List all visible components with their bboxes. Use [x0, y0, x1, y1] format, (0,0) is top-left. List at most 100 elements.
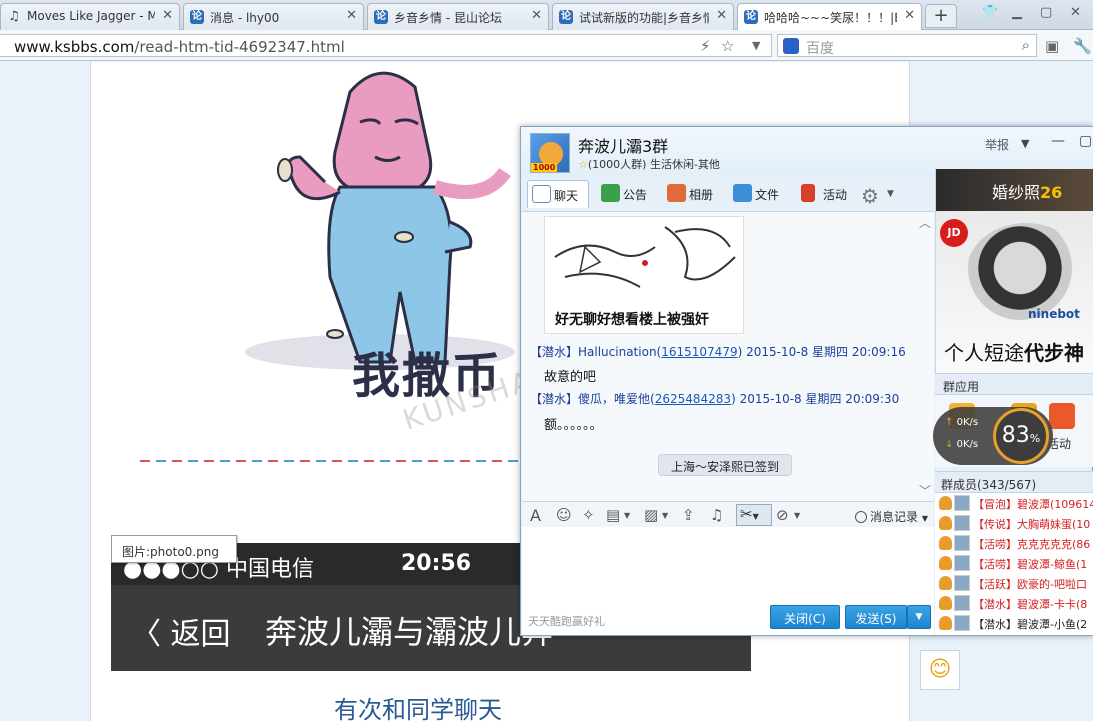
member-level-icon [939, 536, 952, 550]
message-history-button[interactable]: 消息记录 ▼ [855, 508, 928, 525]
close-icon[interactable]: ✕ [346, 8, 357, 23]
announcement-icon [601, 184, 620, 202]
scroll-down-icon[interactable]: ﹀ [919, 482, 931, 499]
chevron-down-icon[interactable]: ▼ [887, 189, 894, 199]
chevron-down-icon[interactable]: ▼ [1021, 137, 1029, 150]
close-button[interactable]: 关闭(C) [770, 605, 840, 629]
image-icon[interactable]: ▨ [644, 506, 658, 524]
send-options-chevron-icon[interactable]: ▼ [907, 605, 931, 629]
close-icon[interactable]: ✕ [531, 8, 542, 23]
wrench-icon[interactable]: 🔧 [1073, 37, 1092, 55]
member-item[interactable]: 【活唠】克克克克克(86 [935, 533, 1093, 553]
tab-files[interactable]: 文件 [729, 180, 789, 208]
group-size-badge: 1000 [531, 163, 558, 172]
send-button[interactable]: 发送(S) [845, 605, 907, 629]
maximize-icon[interactable]: ▢ [1079, 133, 1092, 149]
gift-icon[interactable]: ▤ [606, 506, 620, 524]
chevron-down-icon[interactable]: ▼ [794, 511, 800, 520]
member-name[interactable]: 傻瓜，唯爱他 [578, 392, 650, 406]
tab-4-active[interactable]: 论 哈哈哈~~~笑尿！！！|E ✕ [737, 3, 922, 31]
member-item[interactable]: 【传说】大胸萌妹蛋(10 [935, 513, 1093, 533]
percent-unit: % [1029, 432, 1041, 445]
avatar [954, 615, 970, 631]
group-name[interactable]: 奔波儿灞3群 [578, 133, 668, 157]
minimize-icon[interactable]: ▁ [1012, 5, 1022, 20]
tab-label: 文件 [755, 188, 780, 202]
lightning-icon[interactable]: ⚡ [700, 37, 711, 55]
ad-header: 婚纱照26 [936, 169, 1093, 211]
close-icon[interactable]: ✕ [162, 8, 173, 23]
maximize-icon[interactable]: ▢ [1040, 5, 1052, 20]
font-icon[interactable]: A [530, 506, 541, 525]
chat-image-message[interactable]: 好无聊好想看楼上被强奸 [544, 216, 744, 334]
tab-2[interactable]: 论 乡音乡情 - 昆山论坛 ✕ [367, 3, 549, 30]
close-icon[interactable]: ✕ [716, 8, 727, 23]
chevron-down-icon[interactable]: ▼ [624, 511, 630, 520]
new-tab-button[interactable]: + [925, 4, 957, 28]
report-button[interactable]: 举报 [985, 136, 1009, 153]
star-icon[interactable]: ☆ [721, 37, 734, 55]
shake-icon[interactable]: ✧ [582, 506, 595, 524]
music-icon[interactable]: ♫ [710, 506, 723, 524]
extension-icon[interactable]: ▣ [1045, 37, 1059, 55]
ad-title-text: 婚纱照 [992, 183, 1041, 202]
promo-link[interactable]: 天天酷跑赢好礼 [528, 613, 605, 629]
tab-1[interactable]: 论 消息 - lhy00 ✕ [183, 3, 364, 30]
message-text: 额。。。。。。 [544, 418, 603, 433]
message-input[interactable]: 天天酷跑赢好礼 关闭(C) 发送(S) ▼ [522, 527, 934, 635]
search-input[interactable]: 🐾 百度 ⌕ [777, 34, 1037, 57]
search-icon[interactable]: ⌕ [1022, 36, 1030, 54]
tab-0[interactable]: ♫ Moves Like Jagger - M ✕ [0, 3, 180, 30]
member-label: 【传说】大胸萌妹蛋(10 [973, 518, 1091, 531]
message-header: 【潜水】傻瓜，唯爱他(2625484283) 2015-10-8 星期四 20:… [530, 392, 900, 406]
member-item[interactable]: 【活唠】碧波潭-鲸鱼(1 [935, 553, 1093, 573]
tab-chat[interactable]: 聊天 [527, 180, 589, 208]
dropdown-arrow-icon[interactable]: ▼ [752, 39, 760, 52]
message-time: 2015-10-8 星期四 20:09:30 [739, 392, 900, 406]
url-field[interactable]: www.ksbbs.com/read-htm-tid-4692347.html [0, 34, 772, 57]
shirt-icon[interactable]: 👕 [982, 5, 998, 20]
member-role: 【潜水】 [530, 345, 579, 359]
member-level-icon [939, 516, 952, 530]
ad-slogan-bold: 代步神 [1024, 341, 1084, 365]
member-item[interactable]: 【活跃】欧豪的-吧啦口 [935, 573, 1093, 593]
member-item[interactable]: 【潜水】碧波潭-小鱼(2 [935, 613, 1093, 633]
member-level-icon [939, 496, 952, 510]
network-speed-widget[interactable]: ↑ 0K/s ↓ 0K/s 83% [933, 407, 1053, 465]
emoji-icon[interactable]: ☺ [556, 506, 572, 524]
tab-announcement[interactable]: 公告 [597, 180, 655, 208]
member-name[interactable]: Hallucination [578, 345, 657, 359]
screenshot-scissor-button[interactable]: ✂▼ [736, 504, 772, 526]
member-uid[interactable]: 1615107479 [661, 345, 737, 359]
advertisement-banner[interactable]: 婚纱照26 JD ninebot 个人短途代步神 [935, 169, 1093, 373]
tab-3[interactable]: 论 试试新版的功能|乡音乡情 ✕ [552, 3, 734, 30]
member-item[interactable]: 【潜水】碧波潭-卡卡(8 [935, 593, 1093, 613]
chevron-down-icon: ▼ [921, 514, 928, 523]
member-level-icon [939, 596, 952, 610]
download-speed: ↓ 0K/s [945, 439, 978, 450]
close-icon[interactable]: ✕ [904, 8, 915, 23]
member-uid[interactable]: 2625484283 [655, 392, 731, 406]
tab-activity[interactable]: 活动 [797, 180, 857, 208]
member-item[interactable]: 【冒泡】碧波潭(109614 [935, 493, 1093, 513]
message-text: 故意的吧 [544, 370, 597, 385]
member-label: 【冒泡】碧波潭(109614 [973, 498, 1093, 511]
upload-icon[interactable]: ⇪ [682, 506, 695, 524]
minimize-icon[interactable]: — [1051, 133, 1065, 149]
tab-label: 相册 [689, 188, 714, 202]
member-label: 【活唠】克克克克克(86 [973, 538, 1091, 551]
block-icon[interactable]: ⊘ [776, 506, 789, 524]
qq-group-chat-window: 1000 奔波儿灞3群 ☆(1000人群) 生活休闲-其他 举报 ▼ — ▢ 聊… [520, 126, 1093, 636]
forum-favicon: 论 [559, 10, 573, 24]
close-window-icon[interactable]: ✕ [1070, 5, 1081, 20]
group-avatar[interactable]: 1000 [530, 133, 570, 173]
smiley-sidebar-icon[interactable]: 😊 [920, 650, 960, 690]
scroll-up-icon[interactable]: ︿ [919, 214, 931, 231]
chevron-down-icon[interactable]: ▼ [662, 511, 668, 520]
tab-album[interactable]: 相册 [663, 180, 723, 208]
gear-icon[interactable]: ⚙ [861, 184, 879, 208]
activity-app-icon[interactable] [1049, 403, 1075, 429]
tab-label: 活动 [823, 188, 848, 202]
forum-favicon: 论 [190, 10, 204, 24]
url-path: /read-htm-tid-4692347.html [134, 38, 345, 56]
